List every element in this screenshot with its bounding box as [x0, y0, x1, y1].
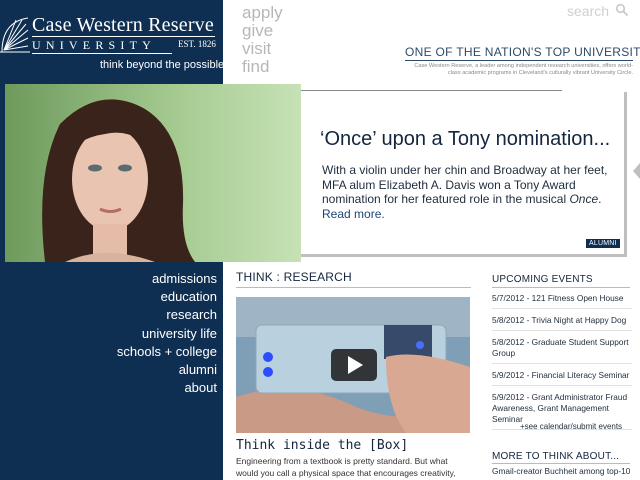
think-divider [236, 287, 471, 288]
utility-link-give[interactable]: give [242, 22, 283, 40]
logo-established: EST. 1826 [178, 39, 216, 49]
logo-divider-lower [32, 53, 172, 54]
hero-read-more-link[interactable]: Read more. [322, 207, 385, 221]
event-item[interactable]: 5/9/2012 - Financial Literacy Seminar [492, 368, 632, 386]
nav-item-admissions[interactable]: admissions [0, 270, 217, 288]
utility-link-apply[interactable]: apply [242, 4, 283, 22]
logo-wordmark: Case Western Reserve [32, 14, 214, 36]
hero-body-italic: Once [569, 192, 599, 206]
promo-divider [405, 60, 633, 61]
main-nav: admissions education research university… [0, 270, 223, 397]
university-logo[interactable]: Case Western Reserve UNIVERSITY EST. 182… [0, 8, 235, 71]
event-item[interactable]: 5/7/2012 - 121 Fitness Open House [492, 291, 632, 309]
nav-item-university-life[interactable]: university life [0, 325, 217, 343]
hero-headline[interactable]: ‘Once’ upon a Tony nomination... [320, 128, 610, 151]
video-thumbnail [236, 297, 470, 433]
nav-item-alumni[interactable]: alumni [0, 361, 217, 379]
event-item[interactable]: 5/8/2012 - Trivia Night at Happy Dog [492, 313, 632, 331]
event-item[interactable]: 5/8/2012 - Graduate Student Support Grou… [492, 335, 632, 364]
promo-description: Case Western Reserve, a leader among ind… [414, 63, 633, 76]
nav-item-education[interactable]: education [0, 288, 217, 306]
logo-divider [32, 36, 215, 37]
nav-item-about[interactable]: about [0, 379, 217, 397]
tagline: think beyond the possible™ [100, 59, 236, 71]
article-title[interactable]: Think inside the [Box] [236, 438, 408, 453]
think-section-title: THINK : RESEARCH [236, 270, 352, 284]
hero-photo[interactable] [5, 84, 301, 262]
logo-university: UNIVERSITY [32, 38, 156, 52]
hero-body-text: With a violin under her chin and Broadwa… [322, 163, 608, 206]
hero-body-end: . [598, 192, 602, 206]
think-video[interactable] [236, 297, 470, 433]
more-to-think-link[interactable]: Gmail-creator Buchheit among top-10 [492, 466, 632, 477]
hero-next-arrow-icon[interactable] [633, 163, 640, 179]
hero-body: With a violin under her chin and Broadwa… [322, 163, 622, 221]
promo-heading: ONE OF THE NATION'S TOP UNIVERSITIES [405, 45, 640, 59]
search-icon[interactable] [615, 3, 629, 17]
utility-link-visit[interactable]: visit [242, 40, 283, 58]
hero-portrait-image [5, 84, 301, 262]
events-list: 5/7/2012 - 121 Fitness Open House 5/8/20… [492, 291, 632, 434]
search-input[interactable]: search [567, 3, 609, 19]
hero-divider [300, 90, 562, 91]
events-title: UPCOMING EVENTS [492, 274, 593, 285]
more-to-think-title: MORE TO THINK ABOUT... [492, 451, 620, 462]
more-to-think-divider [492, 463, 630, 464]
utility-nav: apply give visit find [242, 4, 283, 76]
utility-link-find[interactable]: find [242, 58, 283, 76]
hero-category-badge[interactable]: ALUMNI [586, 239, 620, 248]
events-calendar-link[interactable]: +see calendar/submit events [520, 422, 622, 431]
nav-item-research[interactable]: research [0, 306, 217, 324]
events-divider [492, 287, 630, 288]
page: Case Western Reserve UNIVERSITY EST. 182… [0, 0, 640, 480]
article-body: Engineering from a textbook is pretty st… [236, 456, 456, 478]
nav-item-schools-college[interactable]: schools + college [0, 343, 217, 361]
logo-sunburst-icon [0, 17, 30, 53]
